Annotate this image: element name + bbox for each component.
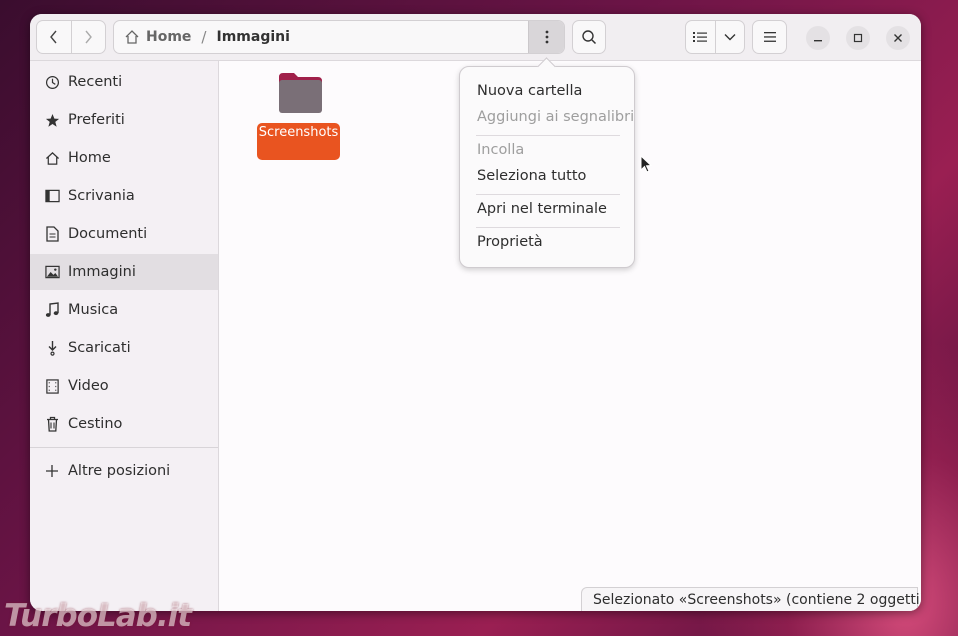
- close-icon: [894, 34, 902, 42]
- sidebar-item-label: Documenti: [68, 226, 148, 242]
- menu-item-select-all[interactable]: Seleziona tutto: [477, 168, 586, 184]
- home-icon: [124, 29, 140, 45]
- image-icon: [44, 264, 60, 280]
- folder-name: Screenshots: [257, 123, 340, 160]
- list-icon: [693, 32, 708, 42]
- list-view-button[interactable]: [686, 21, 715, 53]
- maximize-button[interactable]: [846, 26, 870, 50]
- document-icon: [44, 226, 60, 242]
- minimize-button[interactable]: [806, 26, 830, 50]
- sidebar-item-label: Scaricati: [68, 340, 131, 356]
- menu-item-open-terminal[interactable]: Apri nel terminale: [477, 201, 607, 217]
- header-bar: Home / Immagini: [30, 14, 921, 61]
- folder-menu-button[interactable]: [528, 21, 564, 53]
- sidebar-item-preferiti[interactable]: Preferiti: [30, 102, 218, 138]
- sidebar-item-label: Altre posizioni: [68, 463, 171, 479]
- menu-item-properties[interactable]: Proprietà: [477, 234, 543, 250]
- folder-context-menu: Nuova cartella Aggiungi ai segnalibri In…: [459, 57, 635, 268]
- forward-button[interactable]: [70, 21, 106, 53]
- home-icon: [44, 150, 60, 166]
- sidebar-item-label: Immagini: [68, 264, 136, 280]
- sidebar-item-cestino[interactable]: Cestino: [30, 406, 218, 442]
- status-bar: Selezionato «Screenshots» (contiene 2 og…: [581, 587, 921, 611]
- sidebar-item-immagini[interactable]: Immagini: [30, 254, 218, 290]
- close-button[interactable]: [886, 26, 910, 50]
- sidebar-item-label: Musica: [68, 302, 119, 318]
- chevron-down-icon: [724, 34, 736, 41]
- music-icon: [44, 302, 60, 318]
- sidebar-item-other-locations[interactable]: Altre posizioni: [30, 453, 218, 489]
- sidebar: Recenti Preferiti Home Scrivania Documen…: [30, 61, 219, 611]
- chevron-right-icon: [85, 30, 93, 44]
- maximize-icon: [853, 33, 863, 43]
- minimize-icon: [814, 40, 822, 42]
- sidebar-item-label: Preferiti: [68, 112, 125, 128]
- breadcrumb-home[interactable]: Home: [146, 29, 191, 45]
- menu-separator: [476, 227, 620, 228]
- sidebar-item-home[interactable]: Home: [30, 140, 218, 176]
- navigation-buttons: [36, 20, 106, 54]
- sidebar-item-scaricati[interactable]: Scaricati: [30, 330, 218, 366]
- chevron-left-icon: [49, 30, 57, 44]
- search-icon: [582, 30, 597, 45]
- vertical-dots-icon: [545, 30, 548, 44]
- sidebar-item-label: Recenti: [68, 74, 123, 90]
- breadcrumb-current[interactable]: Immagini: [216, 29, 289, 45]
- sidebar-item-label: Scrivania: [68, 188, 135, 204]
- sidebar-item-scrivania[interactable]: Scrivania: [30, 178, 218, 214]
- breadcrumb-separator: /: [201, 28, 207, 46]
- desktop-icon: [44, 188, 60, 204]
- search-button[interactable]: [572, 20, 606, 54]
- hamburger-icon: [763, 32, 776, 42]
- sidebar-item-recenti[interactable]: Recenti: [30, 64, 218, 100]
- menu-separator: [476, 194, 620, 195]
- menu-item-add-bookmark[interactable]: Aggiungi ai segnalibri: [477, 109, 634, 125]
- sidebar-item-label: Cestino: [68, 416, 123, 432]
- watermark-logo: TurboLab.it: [4, 598, 192, 634]
- menu-item-paste[interactable]: Incolla: [477, 142, 524, 158]
- folder-icon: [279, 73, 322, 113]
- star-icon: [44, 112, 60, 128]
- mouse-pointer-icon: [640, 155, 652, 173]
- sidebar-item-label: Video: [68, 378, 109, 394]
- sidebar-item-video[interactable]: Video: [30, 368, 218, 404]
- clock-icon: [44, 74, 60, 90]
- view-switcher: [685, 20, 745, 54]
- menu-item-new-folder[interactable]: Nuova cartella: [477, 83, 582, 99]
- back-button[interactable]: [37, 21, 71, 53]
- sidebar-divider: [30, 447, 218, 448]
- video-icon: [44, 378, 60, 394]
- plus-icon: [44, 463, 60, 479]
- trash-icon: [44, 416, 60, 432]
- view-options-button[interactable]: [714, 21, 745, 53]
- sidebar-item-musica[interactable]: Musica: [30, 292, 218, 328]
- download-icon: [44, 340, 60, 356]
- main-menu-button[interactable]: [752, 20, 787, 54]
- menu-separator: [476, 135, 620, 136]
- path-bar: Home / Immagini: [113, 20, 565, 54]
- sidebar-item-documenti[interactable]: Documenti: [30, 216, 218, 252]
- sidebar-item-label: Home: [68, 150, 111, 166]
